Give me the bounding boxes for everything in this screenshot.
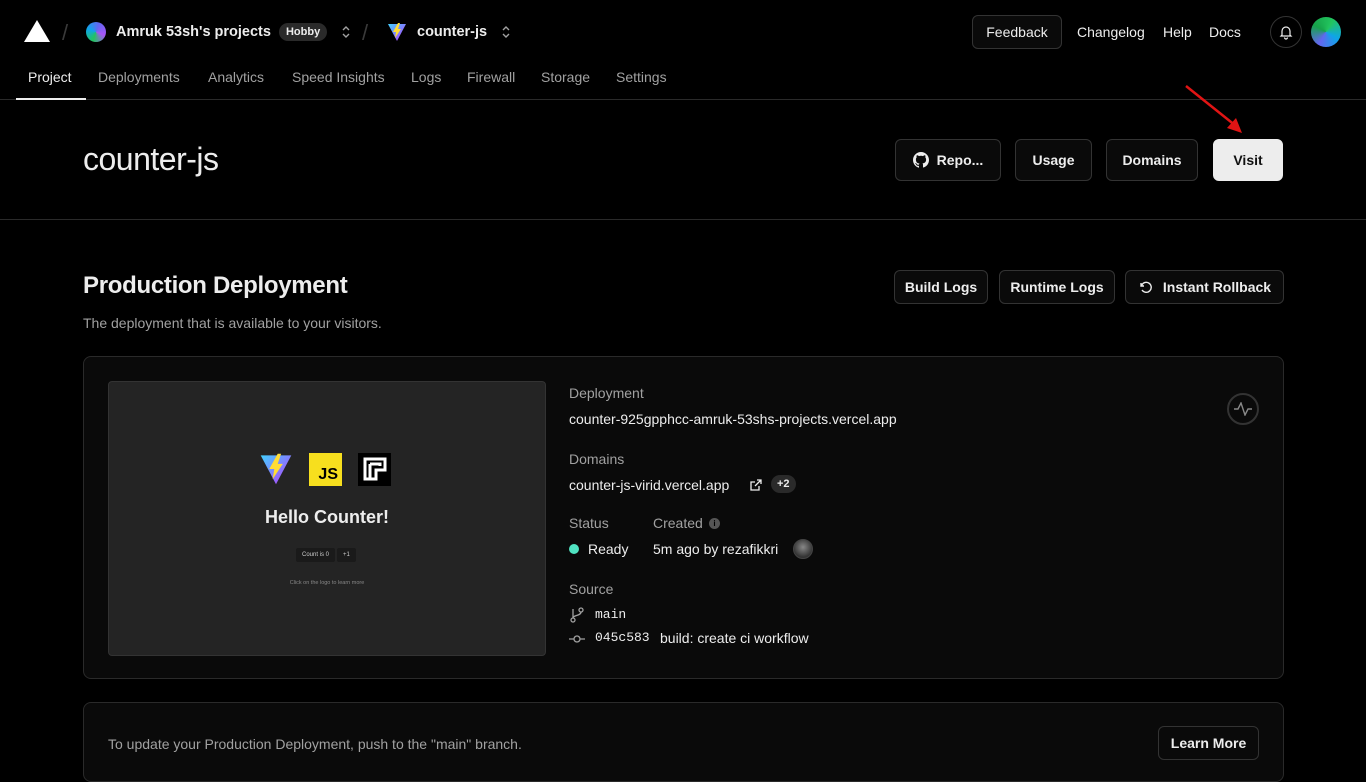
section-title: Production Deployment xyxy=(83,272,348,299)
feedback-button[interactable]: Feedback xyxy=(972,15,1062,49)
author-avatar[interactable] xyxy=(793,539,813,559)
breadcrumb-separator: / xyxy=(62,20,69,45)
status-value: Ready xyxy=(588,541,629,557)
preview-hint: Click on the logo to learn more xyxy=(289,580,365,586)
info-icon[interactable]: i xyxy=(709,518,720,529)
top-bar: / Amruk 53sh's projects Hobby / counter-… xyxy=(0,0,1366,64)
branch-name[interactable]: main xyxy=(595,607,626,622)
domain-link[interactable]: counter-js-virid.vercel.app xyxy=(569,477,729,493)
javascript-icon: JS xyxy=(309,452,342,486)
project-tabs: Project Deployments Analytics Speed Insi… xyxy=(0,64,1366,100)
bell-icon xyxy=(1279,26,1293,40)
changelog-link[interactable]: Changelog xyxy=(1077,24,1145,40)
tab-firewall[interactable]: Firewall xyxy=(467,69,515,85)
activity-pulse-icon[interactable] xyxy=(1227,393,1259,425)
deployment-card: JS Hello Counter! Count is 0 +1 Click on… xyxy=(83,356,1284,679)
visit-button[interactable]: Visit xyxy=(1213,139,1283,181)
rollback-label: Instant Rollback xyxy=(1162,279,1272,295)
vercel-logo-icon[interactable] xyxy=(24,20,50,42)
project-switcher[interactable]: counter-js xyxy=(387,21,511,43)
preview-title: Hello Counter! xyxy=(265,507,389,527)
domains-label: Domains xyxy=(569,451,625,467)
user-avatar[interactable] xyxy=(1311,17,1341,47)
section-subtitle: The deployment that is available to your… xyxy=(83,315,382,331)
tab-analytics[interactable]: Analytics xyxy=(208,69,264,85)
update-notice-text: To update your Production Deployment, pu… xyxy=(108,736,522,752)
learn-more-button[interactable]: Learn More xyxy=(1158,726,1259,760)
github-icon xyxy=(912,152,929,168)
project-name: counter-js xyxy=(417,24,488,40)
team-name: Amruk 53sh's projects xyxy=(116,24,271,40)
team-switcher[interactable]: Amruk 53sh's projects Hobby xyxy=(86,21,351,43)
repository-button-label: Repo... xyxy=(936,152,984,168)
tab-logs[interactable]: Logs xyxy=(411,69,441,85)
breadcrumb-separator: / xyxy=(362,20,369,45)
notifications-button[interactable] xyxy=(1270,16,1302,48)
preview-counter: Count is 0 +1 xyxy=(296,548,356,562)
rollback-icon xyxy=(1140,281,1152,294)
git-commit-icon xyxy=(569,635,585,643)
chevron-up-down-icon[interactable] xyxy=(341,24,351,40)
plan-badge: Hobby xyxy=(278,23,328,41)
external-link-icon[interactable] xyxy=(749,478,763,492)
deployment-label: Deployment xyxy=(569,385,644,401)
framework-icon xyxy=(358,452,391,486)
runtime-logs-button[interactable]: Runtime Logs xyxy=(999,270,1115,304)
status-dot xyxy=(569,544,579,554)
vite-icon xyxy=(260,453,292,485)
tab-storage[interactable]: Storage xyxy=(541,69,590,85)
more-domains-badge[interactable]: +2 xyxy=(771,475,796,493)
project-header: counter-js Repo... Usage Domains Visit xyxy=(0,100,1366,220)
tab-deployments[interactable]: Deployments xyxy=(98,69,180,85)
update-notice-card: To update your Production Deployment, pu… xyxy=(83,702,1284,782)
status-label: Status xyxy=(569,515,609,531)
commit-hash[interactable]: 045c583 xyxy=(595,630,650,645)
created-label: Created xyxy=(653,515,703,531)
git-branch-icon xyxy=(570,607,584,623)
tab-project[interactable]: Project xyxy=(28,69,72,85)
domains-button[interactable]: Domains xyxy=(1106,139,1198,181)
build-logs-button[interactable]: Build Logs xyxy=(894,270,988,304)
tab-speed-insights[interactable]: Speed Insights xyxy=(292,69,385,85)
commit-message[interactable]: build: create ci workflow xyxy=(660,630,809,646)
page-title: counter-js xyxy=(83,141,219,177)
preview-count-label: Count is 0 xyxy=(296,548,336,562)
annotation-arrow-icon xyxy=(1185,85,1242,133)
team-avatar xyxy=(86,22,106,42)
usage-button[interactable]: Usage xyxy=(1015,139,1092,181)
docs-link[interactable]: Docs xyxy=(1209,24,1241,40)
tab-settings[interactable]: Settings xyxy=(616,69,667,85)
vite-icon xyxy=(388,23,406,41)
deployment-url-link[interactable]: counter-925gpphcc-amruk-53shs-projects.v… xyxy=(569,411,897,427)
preview-logos: JS xyxy=(259,452,391,486)
source-label: Source xyxy=(569,581,614,597)
repository-button[interactable]: Repo... xyxy=(895,139,1001,181)
preview-plus-label: +1 xyxy=(337,548,356,562)
help-link[interactable]: Help xyxy=(1163,24,1192,40)
deployment-preview[interactable]: JS Hello Counter! Count is 0 +1 Click on… xyxy=(108,381,546,656)
created-value: 5m ago by rezafikkri xyxy=(653,541,779,557)
chevron-up-down-icon[interactable] xyxy=(501,24,511,40)
instant-rollback-button[interactable]: Instant Rollback xyxy=(1125,270,1284,304)
